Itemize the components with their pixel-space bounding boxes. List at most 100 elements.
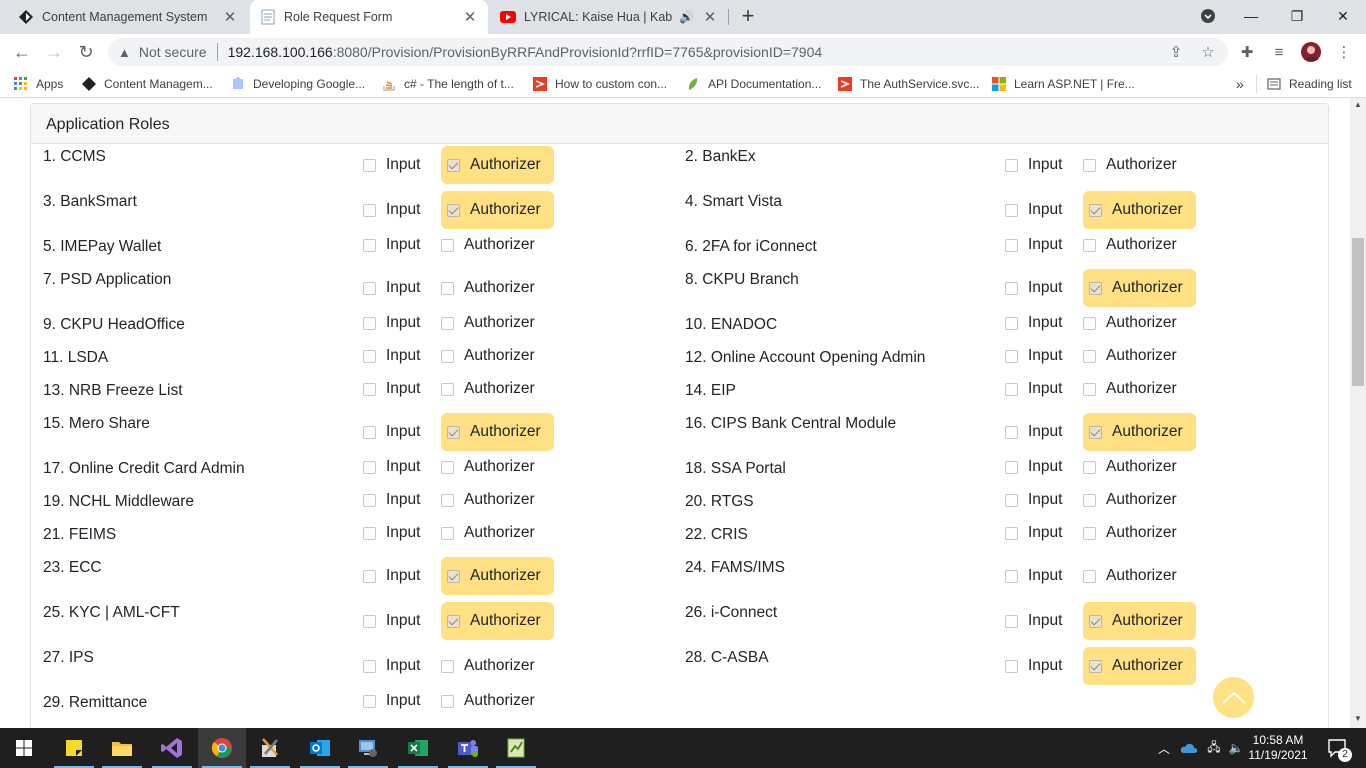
input-checkbox-option[interactable]: Input [363, 343, 420, 369]
authorizer-checkbox-option[interactable]: Authorizer [1083, 376, 1177, 402]
input-checkbox[interactable] [363, 349, 376, 363]
authorizer-checkbox[interactable] [441, 493, 454, 507]
bookmark-csharp-length[interactable]: c# - The length of t... [382, 75, 514, 93]
bookmark-learn-aspnet[interactable]: Learn ASP.NET | Fre... [992, 75, 1135, 93]
input-checkbox[interactable] [1005, 349, 1018, 363]
authorizer-checkbox-option[interactable]: Authorizer [441, 557, 554, 595]
reading-list-button[interactable]: Reading list [1256, 75, 1352, 93]
authorizer-checkbox-option[interactable]: Authorizer [441, 487, 535, 513]
authorizer-checkbox-option[interactable]: Authorizer [441, 602, 554, 640]
remote-desktop-icon[interactable] [344, 728, 392, 768]
new-tab-button[interactable]: + [736, 5, 760, 29]
authorizer-checkbox[interactable] [447, 425, 460, 439]
input-checkbox-option[interactable]: Input [363, 275, 420, 301]
authorizer-checkbox[interactable] [1089, 614, 1102, 628]
authorizer-checkbox[interactable] [441, 659, 454, 673]
authorizer-checkbox-option[interactable]: Authorizer [1083, 413, 1196, 451]
input-checkbox-option[interactable]: Input [363, 563, 420, 589]
authorizer-checkbox[interactable] [441, 382, 454, 396]
authorizer-checkbox-option[interactable]: Authorizer [441, 413, 554, 451]
input-checkbox-option[interactable]: Input [1005, 152, 1062, 178]
bookmark-apps[interactable]: Apps [14, 75, 63, 93]
input-checkbox-option[interactable]: Input [363, 520, 420, 546]
input-checkbox-option[interactable]: Input [363, 310, 420, 336]
input-checkbox[interactable] [1005, 659, 1018, 673]
start-button[interactable] [0, 728, 48, 768]
authorizer-checkbox-option[interactable]: Authorizer [441, 191, 554, 229]
back-to-top-button[interactable] [1213, 677, 1254, 718]
input-checkbox-option[interactable]: Input [1005, 232, 1062, 258]
input-checkbox[interactable] [363, 238, 376, 252]
authorizer-checkbox[interactable] [441, 281, 454, 295]
forward-icon[interactable]: → [42, 40, 66, 64]
visual-studio-icon[interactable] [148, 728, 196, 768]
clock[interactable]: 10:58 AM 11/19/2021 [1246, 728, 1310, 768]
authorizer-checkbox[interactable] [441, 460, 454, 474]
sticky-notes-icon[interactable] [50, 728, 98, 768]
authorizer-checkbox-option[interactable]: Authorizer [441, 376, 535, 402]
bookmark-how-to-custom[interactable]: How to custom con... [533, 75, 667, 93]
authorizer-checkbox-option[interactable]: Authorizer [1083, 343, 1177, 369]
excel-icon[interactable] [394, 728, 442, 768]
input-checkbox-option[interactable]: Input [1005, 419, 1062, 445]
notifications-button[interactable]: 2 [1318, 728, 1358, 768]
bookmark-api-documentation[interactable]: API Documentation... [686, 75, 821, 93]
authorizer-checkbox-option[interactable]: Authorizer [441, 275, 535, 301]
input-checkbox[interactable] [1005, 281, 1018, 295]
bookmark-content-management[interactable]: Content Managem... [82, 75, 213, 93]
input-checkbox-option[interactable]: Input [1005, 197, 1062, 223]
input-checkbox-option[interactable]: Input [363, 688, 420, 714]
scroll-thumb[interactable] [1352, 238, 1364, 386]
authorizer-checkbox[interactable] [1089, 281, 1102, 295]
input-checkbox[interactable] [363, 281, 376, 295]
input-checkbox[interactable] [1005, 238, 1018, 252]
input-checkbox[interactable] [1005, 382, 1018, 396]
authorizer-checkbox[interactable] [1083, 316, 1096, 330]
authorizer-checkbox[interactable] [441, 349, 454, 363]
authorizer-checkbox[interactable] [447, 158, 460, 172]
authorizer-checkbox[interactable] [1083, 493, 1096, 507]
input-checkbox-option[interactable]: Input [363, 197, 420, 223]
input-checkbox-option[interactable]: Input [363, 454, 420, 480]
authorizer-checkbox[interactable] [441, 316, 454, 330]
input-checkbox[interactable] [363, 526, 376, 540]
notepad-plus-icon[interactable] [492, 728, 540, 768]
input-checkbox[interactable] [1005, 614, 1018, 628]
input-checkbox-option[interactable]: Input [363, 152, 420, 178]
input-checkbox[interactable] [363, 425, 376, 439]
authorizer-checkbox-option[interactable]: Authorizer [441, 520, 535, 546]
authorizer-checkbox-option[interactable]: Authorizer [441, 688, 535, 714]
authorizer-checkbox[interactable] [447, 203, 460, 217]
chrome-icon[interactable] [198, 728, 246, 768]
authorizer-checkbox[interactable] [1083, 349, 1096, 363]
close-tab-icon[interactable]: ✕ [702, 8, 718, 26]
authorizer-checkbox[interactable] [441, 238, 454, 252]
input-checkbox-option[interactable]: Input [1005, 653, 1062, 679]
profile-avatar[interactable] [1301, 42, 1321, 62]
authorizer-checkbox-option[interactable]: Authorizer [1083, 310, 1177, 336]
input-checkbox[interactable] [363, 158, 376, 172]
input-checkbox-option[interactable]: Input [363, 653, 420, 679]
input-checkbox-option[interactable]: Input [1005, 487, 1062, 513]
input-checkbox[interactable] [1005, 460, 1018, 474]
authorizer-checkbox-option[interactable]: Authorizer [1083, 269, 1196, 307]
authorizer-checkbox-option[interactable]: Authorizer [1083, 454, 1177, 480]
authorizer-checkbox[interactable] [1089, 659, 1102, 673]
input-checkbox[interactable] [1005, 569, 1018, 583]
close-tab-icon[interactable]: ✕ [222, 8, 238, 26]
minimize-icon[interactable]: — [1228, 0, 1274, 32]
input-checkbox[interactable] [363, 614, 376, 628]
authorizer-checkbox[interactable] [441, 526, 454, 540]
tab-search-icon[interactable] [1185, 0, 1231, 32]
network-icon[interactable]: 🖧 [1204, 728, 1224, 768]
input-checkbox-option[interactable]: Input [1005, 310, 1062, 336]
teams-icon[interactable] [444, 728, 492, 768]
input-checkbox[interactable] [363, 493, 376, 507]
authorizer-checkbox-option[interactable]: Authorizer [441, 454, 535, 480]
media-control-icon[interactable]: ≡ [1269, 42, 1289, 62]
input-checkbox[interactable] [1005, 203, 1018, 217]
tab-role-request-form[interactable]: Role Request Form ✕ [250, 0, 488, 34]
tab-content-management[interactable]: Content Management System ✕ [8, 0, 248, 34]
input-checkbox[interactable] [363, 382, 376, 396]
authorizer-checkbox-option[interactable]: Authorizer [1083, 647, 1196, 685]
